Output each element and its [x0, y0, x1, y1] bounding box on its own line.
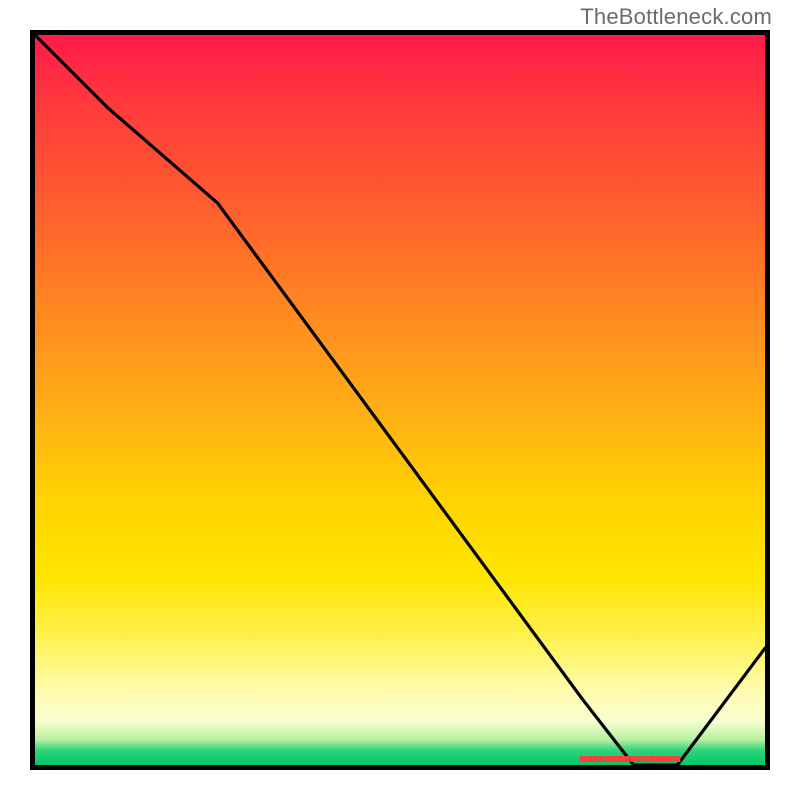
chart-stage: TheBottleneck.com — [0, 0, 800, 800]
chart-plot-area — [30, 30, 770, 770]
watermark-label: TheBottleneck.com — [580, 4, 772, 30]
